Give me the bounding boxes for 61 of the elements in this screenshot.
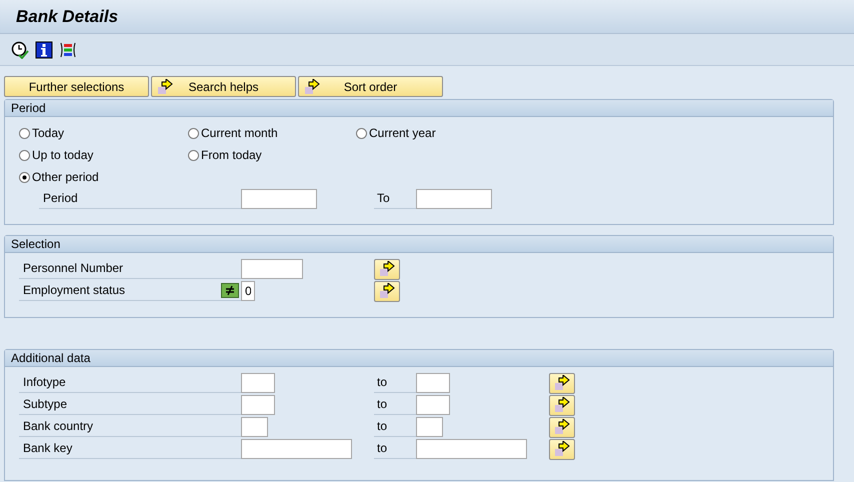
input-field[interactable] [416,395,450,415]
input-field[interactable] [416,439,527,459]
arrow-icon [553,441,571,457]
multiple-selection-button[interactable] [549,438,575,460]
field-label: to [377,419,388,433]
arrow-icon [553,397,571,413]
input-field[interactable]: 0 [241,281,255,301]
field-label: To [377,191,390,205]
field-label: to [377,441,388,455]
radio-label: Current year [369,126,436,140]
radio-label: Current month [201,126,278,140]
arrow-icon [553,419,571,435]
multiple-selection-button[interactable] [374,280,400,302]
field-label: Infotype [23,375,66,389]
toolbar-button[interactable]: Search helps [151,76,296,97]
toolbar-button[interactable]: Sort order [298,76,443,97]
arrow-icon [378,283,396,299]
field-label: to [377,397,388,411]
field-label: Bank key [23,441,72,455]
arrow-icon [553,375,571,391]
toolbar-button[interactable]: Further selections [4,76,149,97]
color-bars-icon[interactable] [59,40,77,58]
multiple-selection-button[interactable] [549,416,575,438]
radio-label: From today [201,148,262,162]
input-field[interactable] [241,417,268,437]
group-title: Period [5,100,833,117]
radio-button[interactable] [19,172,30,182]
multiple-selection-button[interactable] [549,394,575,416]
group-title: Additional data [5,350,833,367]
arrow-icon [378,261,396,277]
radio-label: Today [32,126,64,140]
field-label: to [377,375,388,389]
not-equal-icon[interactable] [221,282,239,298]
field-label: Personnel Number [23,261,124,275]
radio-label: Up to today [32,148,94,162]
radio-button[interactable] [188,150,199,160]
field-label: Subtype [23,397,68,411]
group-title: Selection [5,236,833,253]
field-label: Employment status [23,283,126,297]
arrow-icon [156,78,174,94]
clock-check-icon[interactable] [11,40,29,58]
field-label: Period [43,191,78,205]
field-label: Bank country [23,419,94,433]
radio-button[interactable] [356,128,367,138]
arrow-icon [303,78,321,94]
window-title: Bank Details [16,6,118,26]
info-icon[interactable] [35,40,53,58]
multiple-selection-button[interactable] [549,372,575,394]
radio-label: Other period [32,170,99,184]
input-field[interactable] [416,417,443,437]
input-field[interactable] [241,189,317,209]
input-field[interactable] [416,373,450,393]
radio-button[interactable] [19,128,30,138]
input-field[interactable] [416,189,492,209]
input-field[interactable] [241,395,275,415]
radio-button[interactable] [188,128,199,138]
radio-button[interactable] [19,150,30,160]
input-field[interactable] [241,439,352,459]
multiple-selection-button[interactable] [374,258,400,280]
input-field[interactable] [241,259,303,279]
input-field[interactable] [241,373,275,393]
